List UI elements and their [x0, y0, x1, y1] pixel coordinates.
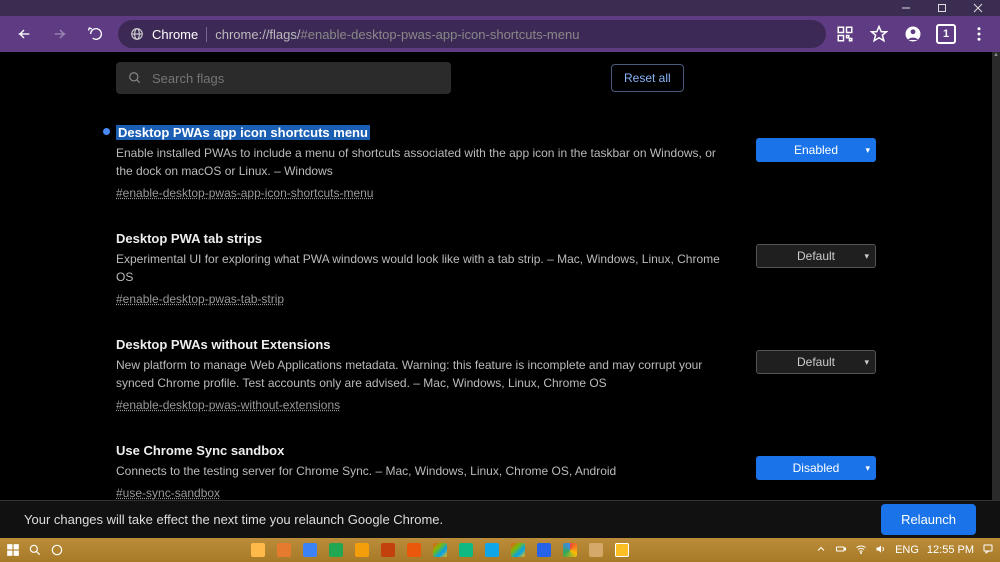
- window-titlebar: [0, 0, 1000, 16]
- relaunch-button[interactable]: Relaunch: [881, 504, 976, 535]
- taskbar-app-icon[interactable]: [355, 543, 369, 557]
- chevron-down-icon: ▾: [864, 251, 869, 262]
- taskbar-app-icon[interactable]: [303, 543, 317, 557]
- bookmark-star-icon[interactable]: [868, 23, 890, 45]
- cortana-icon[interactable]: [50, 543, 64, 557]
- taskbar-app-icon[interactable]: [589, 543, 603, 557]
- relaunch-bar: Your changes will take effect the next t…: [0, 500, 1000, 538]
- flag-description: Connects to the testing server for Chrom…: [116, 462, 726, 480]
- flag-description: Experimental UI for exploring what PWA w…: [116, 250, 726, 286]
- taskbar-app-icon[interactable]: [381, 543, 395, 557]
- flag-title: Use Chrome Sync sandbox: [116, 443, 284, 458]
- flag-row: Desktop PWAs app icon shortcuts menu Enab…: [116, 124, 876, 202]
- taskbar-app-icon[interactable]: [615, 543, 629, 557]
- search-flags-input[interactable]: [116, 62, 451, 94]
- flag-dropdown-value: Disabled: [793, 461, 840, 475]
- taskbar-app-icon[interactable]: [563, 543, 577, 557]
- taskbar-app-icon[interactable]: [407, 543, 421, 557]
- tray-chevron-icon[interactable]: [815, 543, 827, 558]
- search-input-field[interactable]: [152, 71, 439, 86]
- chevron-down-icon: ▾: [865, 463, 870, 474]
- modified-dot-icon: [103, 128, 110, 135]
- taskbar-app-icon[interactable]: [329, 543, 343, 557]
- chevron-down-icon: ▾: [864, 357, 869, 368]
- tray-language[interactable]: ENG: [895, 544, 919, 556]
- tray-clock[interactable]: 12:55 PM: [927, 544, 974, 556]
- tray-wifi-icon[interactable]: [855, 543, 867, 558]
- chevron-down-icon: ▾: [865, 145, 870, 156]
- browser-toolbar: Chrome chrome://flags/#enable-desktop-pw…: [0, 16, 1000, 52]
- address-site-label: Chrome: [152, 27, 207, 42]
- flag-description: New platform to manage Web Applications …: [116, 356, 726, 392]
- taskbar-apps: [64, 543, 815, 557]
- flag-row: Desktop PWA tab strips Experimental UI fo…: [116, 230, 876, 308]
- tray-volume-icon[interactable]: [875, 543, 887, 558]
- flag-title: Desktop PWAs app icon shortcuts menu: [116, 125, 370, 140]
- flag-dropdown-value: Enabled: [794, 143, 838, 157]
- tray-battery-icon[interactable]: [835, 543, 847, 558]
- flag-hash-link[interactable]: #enable-desktop-pwas-app-icon-shortcuts-…: [116, 186, 373, 200]
- qr-icon[interactable]: [834, 23, 856, 45]
- flag-dropdown-value: Default: [797, 249, 835, 263]
- back-button[interactable]: [10, 20, 38, 48]
- flag-dropdown[interactable]: Enabled ▾: [756, 138, 876, 162]
- forward-button[interactable]: [46, 20, 74, 48]
- taskbar-app-icon[interactable]: [485, 543, 499, 557]
- page-content: Reset all Desktop PWAs app icon shortcut…: [0, 52, 992, 500]
- chrome-globe-icon: [130, 27, 144, 41]
- flag-hash-link[interactable]: #enable-desktop-pwas-tab-strip: [116, 292, 284, 306]
- maximize-button[interactable]: [924, 0, 960, 16]
- relaunch-message: Your changes will take effect the next t…: [24, 512, 443, 527]
- reset-all-button[interactable]: Reset all: [611, 64, 684, 92]
- address-url: chrome://flags/#enable-desktop-pwas-app-…: [215, 27, 579, 42]
- windows-taskbar: ENG 12:55 PM: [0, 538, 1000, 562]
- reload-button[interactable]: [82, 20, 110, 48]
- search-taskbar-icon[interactable]: [28, 543, 42, 557]
- tray-notifications-icon[interactable]: [982, 543, 994, 558]
- close-button[interactable]: [960, 0, 996, 16]
- search-icon: [128, 71, 142, 85]
- taskbar-app-icon[interactable]: [459, 543, 473, 557]
- minimize-button[interactable]: [888, 0, 924, 16]
- menu-kebab-icon[interactable]: [968, 23, 990, 45]
- flag-dropdown[interactable]: Disabled ▾: [756, 456, 876, 480]
- taskbar-app-icon[interactable]: [537, 543, 551, 557]
- flag-title: Desktop PWA tab strips: [116, 231, 262, 246]
- vertical-scrollbar[interactable]: [992, 52, 1000, 500]
- flag-row: Desktop PWAs without Extensions New platf…: [116, 336, 876, 414]
- taskbar-app-icon[interactable]: [433, 543, 447, 557]
- taskbar-app-icon[interactable]: [251, 543, 265, 557]
- taskbar-app-icon[interactable]: [277, 543, 291, 557]
- tab-count-button[interactable]: 1: [936, 24, 956, 44]
- flag-dropdown-value: Default: [797, 355, 835, 369]
- address-bar[interactable]: Chrome chrome://flags/#enable-desktop-pw…: [118, 20, 826, 48]
- flag-hash-link[interactable]: #use-sync-sandbox: [116, 486, 220, 500]
- flag-dropdown[interactable]: Default ▾: [756, 350, 876, 374]
- start-button[interactable]: [6, 543, 20, 557]
- flag-title: Desktop PWAs without Extensions: [116, 337, 331, 352]
- flag-hash-link[interactable]: #enable-desktop-pwas-without-extensions: [116, 398, 340, 412]
- taskbar-app-icon[interactable]: [511, 543, 525, 557]
- flag-row: Use Chrome Sync sandbox Connects to the t…: [116, 442, 876, 500]
- profile-icon[interactable]: [902, 23, 924, 45]
- flag-dropdown[interactable]: Default ▾: [756, 244, 876, 268]
- flag-description: Enable installed PWAs to include a menu …: [116, 144, 726, 180]
- system-tray: ENG 12:55 PM: [815, 543, 994, 558]
